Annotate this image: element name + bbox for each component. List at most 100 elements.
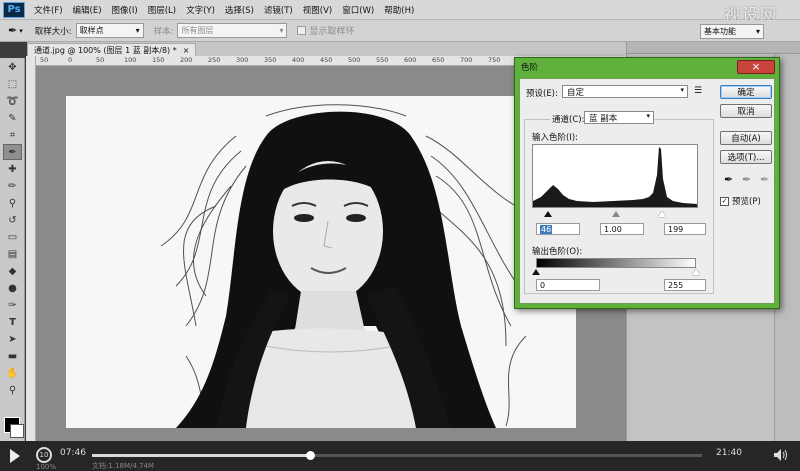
pen-tool-icon[interactable]: ✑ [3,297,22,313]
preset-options-icon[interactable]: ☰ [694,86,702,96]
preset-value: 自定 [567,87,585,98]
menu-bar: Ps 文件(F) 编辑(E) 图像(I) 图层(L) 文字(Y) 选择(S) 滤镜(T) 视图… [0,0,800,24]
channel-label: 通道(C): [550,113,587,125]
close-icon[interactable]: × [183,46,190,55]
video-player-bar: 10 07:46 21:40 100% 文档:1.18M/4.74M [0,441,800,471]
zoom-tool-icon[interactable]: ⚲ [3,382,22,398]
menu-item[interactable]: 文字(Y) [181,4,220,16]
black-point-eyedropper-icon[interactable]: ✒ [724,173,733,186]
eyedropper-tool-icon[interactable]: ✒ [8,24,17,37]
document-photo[interactable] [66,96,576,428]
ruler-tick-label: 400 [292,56,305,64]
menu-item[interactable]: 帮助(H) [379,4,419,16]
gradient-tool-icon[interactable]: ▤ [3,246,22,262]
output-black-value: 0 [540,280,546,290]
sample-select[interactable]: 所有图层 ▾ [177,23,288,38]
ruler-tick-label: 150 [152,56,165,64]
output-levels-label: 输出色阶(O): [532,247,583,257]
menu-item[interactable]: 文件(F) [29,4,68,16]
ruler-tick-label: 250 [208,56,221,64]
eyedropper-tool-icon[interactable]: ✒ [3,144,22,160]
white-point-eyedropper-icon[interactable]: ✒ [760,173,769,186]
eraser-tool-icon[interactable]: ▭ [3,229,22,245]
workspace-select[interactable]: 基本功能 ▾ [700,24,764,39]
play-icon[interactable] [10,449,20,463]
sample-label: 样本: [153,26,174,37]
ruler-tick-label: 350 [264,56,277,64]
input-white-value: 199 [668,224,684,234]
path-select-tool-icon[interactable]: ➤ [3,331,22,347]
marquee-tool-icon[interactable]: ⬚ [3,76,22,92]
crop-tool-icon[interactable]: ⌗ [3,127,22,143]
sample-size-select[interactable]: 取样点 ▾ [75,23,144,38]
quick-select-tool-icon[interactable]: ✎ [3,110,22,126]
show-ring-checkbox[interactable] [297,26,307,35]
input-black-value: 46 [540,224,553,234]
menu-item[interactable]: 选择(S) [220,4,259,16]
document-tab[interactable]: 通道.jpg @ 100% (图层 1 蓝 副本/8) * × [27,43,197,56]
close-button[interactable]: × [737,60,775,74]
input-gamma-slider[interactable] [612,211,620,217]
volume-icon[interactable] [774,449,788,461]
menu-item[interactable]: 图像(I) [107,4,143,16]
input-black-slider[interactable] [544,211,552,217]
sample-size-value: 取样点 [79,26,104,35]
move-tool-icon[interactable]: ✥ [3,59,22,75]
ruler-tick-label: 500 [348,56,361,64]
ruler-tick-label: 50 [96,56,105,64]
clone-stamp-tool-icon[interactable]: ⚲ [3,195,22,211]
preview-checkbox[interactable]: ✓ 预览(P) [720,195,761,207]
ok-button[interactable]: 确定 [720,85,772,99]
output-white-field[interactable]: 255 [664,279,706,291]
options-button[interactable]: 选项(T)... [720,150,772,164]
input-black-field[interactable]: 46 [536,223,580,235]
current-time: 07:46 [60,448,86,458]
replay-10-icon[interactable]: 10 [36,447,52,463]
brush-tool-icon[interactable]: ✏ [3,178,22,194]
ruler-tick-label: 50 [40,56,49,64]
gray-point-eyedropper-icon[interactable]: ✒ [742,173,751,186]
background-color-swatch[interactable] [10,424,24,438]
photoshop-logo: Ps [3,1,25,18]
document-tab-bar: 通道.jpg @ 100% (图层 1 蓝 副本/8) * × [27,42,627,56]
chevron-down-icon: ▾ [755,27,760,36]
document-tab-title: 通道.jpg @ 100% (图层 1 蓝 副本/8) * [34,45,177,55]
preset-select[interactable]: 自定 ▾ [562,85,688,98]
history-brush-tool-icon[interactable]: ↺ [3,212,22,228]
shape-tool-icon[interactable]: ▬ [3,348,22,364]
histogram-graph [533,147,697,207]
total-time: 21:40 [716,448,742,458]
cancel-button[interactable]: 取消 [720,104,772,118]
menu-item[interactable]: 窗口(W) [337,4,379,16]
input-white-slider[interactable] [658,211,666,217]
dodge-tool-icon[interactable]: ● [3,280,22,296]
menu-item[interactable]: 编辑(E) [68,4,107,16]
dialog-title: 色阶 [521,63,539,73]
progress-handle[interactable] [306,451,316,460]
ruler-tick-label: 750 [488,56,501,64]
menu-item[interactable]: 视图(V) [298,4,337,16]
ruler-tick-label: 200 [180,56,193,64]
document-size-status: 文档:1.18M/4.74M [92,462,154,470]
channel-select[interactable]: 蓝 副本 ▾ [584,111,654,124]
progress-bar[interactable] [92,451,702,460]
output-black-field[interactable]: 0 [536,279,600,291]
blur-tool-icon[interactable]: ◆ [3,263,22,279]
ruler-tick-label: 650 [432,56,445,64]
tool-preset-chevron-icon[interactable]: ▾ [19,27,23,35]
lasso-tool-icon[interactable]: ➰ [3,93,22,109]
histogram [532,144,698,208]
hand-tool-icon[interactable]: ✋ [3,365,22,381]
menu-item[interactable]: 滤镜(T) [259,4,298,16]
menu-item[interactable]: 图层(L) [143,4,181,16]
input-white-field[interactable]: 199 [664,223,706,235]
type-tool-icon[interactable]: T [3,314,22,330]
input-gamma-field[interactable]: 1.00 [600,223,644,235]
panel-header [627,42,800,54]
input-levels-label: 输入色阶(I): [532,133,579,143]
ruler-tick-label: 600 [404,56,417,64]
healing-brush-tool-icon[interactable]: ✚ [3,161,22,177]
auto-button[interactable]: 自动(A) [720,131,772,145]
output-black-slider[interactable] [532,269,540,275]
output-white-slider[interactable] [692,269,700,275]
